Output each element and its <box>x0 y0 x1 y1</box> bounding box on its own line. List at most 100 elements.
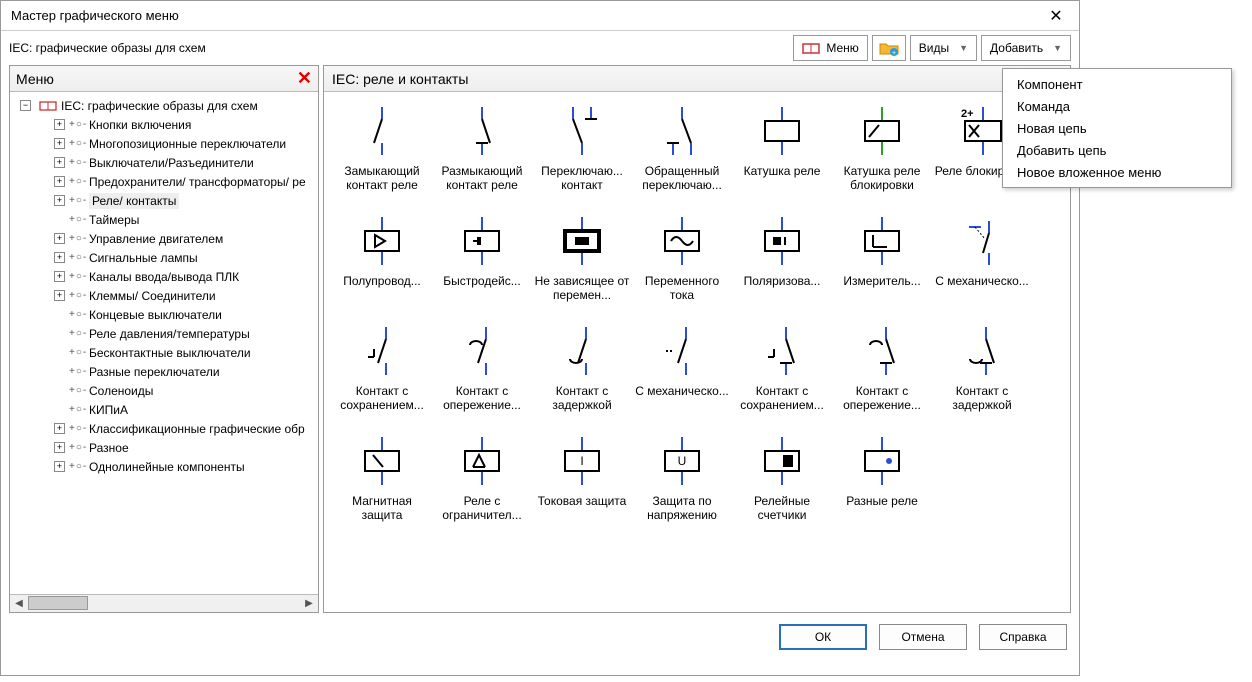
expand-icon[interactable]: + <box>54 461 65 472</box>
add-button[interactable]: Добавить ▼ <box>981 35 1071 61</box>
connector-icon: +○- <box>69 271 89 282</box>
expand-icon[interactable]: + <box>54 119 65 130</box>
scroll-left-icon[interactable]: ◀ <box>10 596 28 612</box>
symbol-item[interactable]: Измеритель... <box>832 210 932 320</box>
symbol-item[interactable]: Разные реле <box>832 430 932 540</box>
connector-icon: +○- <box>69 157 89 168</box>
add-button-label: Добавить <box>990 41 1043 55</box>
menu-button[interactable]: Меню <box>793 35 867 61</box>
expand-icon[interactable]: + <box>54 271 65 282</box>
symbol-item[interactable]: Не зависящее от перемен... <box>532 210 632 320</box>
folder-button[interactable]: + <box>872 35 906 61</box>
expand-icon[interactable]: + <box>54 176 65 187</box>
symbol-item[interactable]: Контакт с задержкой <box>932 320 1032 430</box>
expand-icon[interactable]: + <box>54 442 65 453</box>
tree-item[interactable]: +○-Таймеры <box>14 210 318 229</box>
expand-icon[interactable]: + <box>54 157 65 168</box>
symbol-item[interactable]: Контакт с опережение... <box>432 320 532 430</box>
symbol-item[interactable]: С механическо... <box>932 210 1032 320</box>
dropdown-item[interactable]: Компонент <box>1003 73 1231 95</box>
tree-item[interactable]: ++○-Управление двигателем <box>14 229 318 248</box>
tree-item[interactable]: +○-Соленоиды <box>14 381 318 400</box>
menu-tree[interactable]: −IEC: графические образы для схем++○-Кно… <box>10 92 318 594</box>
tree-item[interactable]: ++○-Однолинейные компоненты <box>14 457 318 476</box>
tree-item-label: Соленоиды <box>89 384 153 398</box>
symbol-item[interactable]: Магнитная защита <box>332 430 432 540</box>
symbol-item[interactable]: Быстродейс... <box>432 210 532 320</box>
symbol-item[interactable]: UЗащита по напряжению <box>632 430 732 540</box>
tree-item[interactable]: ++○-Реле/ контакты <box>14 191 318 210</box>
dropdown-item[interactable]: Команда <box>1003 95 1231 117</box>
symbol-item[interactable]: Контакт с задержкой <box>532 320 632 430</box>
connector-icon: +○- <box>69 195 89 206</box>
tree-item[interactable]: ++○-Кнопки включения <box>14 115 318 134</box>
tree-item[interactable]: +○-Бесконтактные выключатели <box>14 343 318 362</box>
connector-icon: +○- <box>69 119 89 130</box>
symbol-item[interactable]: Поляризова... <box>732 210 832 320</box>
symbol-label: Контакт с задержкой <box>934 384 1030 412</box>
symbol-item[interactable]: Катушка реле блокировки <box>832 100 932 210</box>
tree-item[interactable]: +○-Разные переключатели <box>14 362 318 381</box>
svg-text:+: + <box>892 50 896 56</box>
tree-item[interactable]: ++○-Сигнальные лампы <box>14 248 318 267</box>
box-meas-icon <box>842 214 922 268</box>
right-panel-title: IEC: реле и контакты <box>332 71 468 87</box>
symbol-label: Контакт с опережение... <box>434 384 530 412</box>
right-panel-header: IEC: реле и контакты <box>324 66 1070 92</box>
tree-item[interactable]: ++○-Каналы ввода/вывода ПЛК <box>14 267 318 286</box>
symbol-item[interactable]: Релейные счетчики <box>732 430 832 540</box>
tree-item-label: Классификационные графические обр <box>89 422 305 436</box>
scrollbar-thumb[interactable] <box>28 596 88 610</box>
symbol-item[interactable]: Обращенный переключаю... <box>632 100 732 210</box>
cancel-button[interactable]: Отмена <box>879 624 967 650</box>
collapse-icon[interactable]: − <box>20 100 31 111</box>
scrollbar-track[interactable] <box>28 596 300 612</box>
tree-item-label: Многопозиционные переключатели <box>89 137 286 151</box>
tree-item[interactable]: +○-Реле давления/температуры <box>14 324 318 343</box>
symbol-item[interactable]: Переключаю... контакт <box>532 100 632 210</box>
symbol-item[interactable]: Замыкающий контакт реле <box>332 100 432 210</box>
tree-item[interactable]: ++○-Клеммы/ Соединители <box>14 286 318 305</box>
symbol-item[interactable]: С механическо... <box>632 320 732 430</box>
symbol-item[interactable]: Полупровод... <box>332 210 432 320</box>
symbol-item[interactable]: Контакт с сохранением... <box>732 320 832 430</box>
expand-icon[interactable]: + <box>54 233 65 244</box>
symbol-item[interactable]: Реле с ограничител... <box>432 430 532 540</box>
horizontal-scrollbar[interactable]: ◀ ▶ <box>10 594 318 612</box>
tree-item[interactable]: ++○-Выключатели/Разъединители <box>14 153 318 172</box>
expand-icon[interactable]: + <box>54 138 65 149</box>
expand-icon[interactable]: + <box>54 290 65 301</box>
expand-icon[interactable]: + <box>54 252 65 263</box>
left-panel: Меню ✕ −IEC: графические образы для схем… <box>9 65 319 613</box>
delete-button[interactable]: ✕ <box>297 68 312 89</box>
expand-icon[interactable]: + <box>54 423 65 434</box>
tree-item[interactable]: ++○-Многопозиционные переключатели <box>14 134 318 153</box>
symbol-item[interactable]: Катушка реле <box>732 100 832 210</box>
tree-item[interactable]: ++○-Предохранители/ трансформаторы/ ре <box>14 172 318 191</box>
dropdown-item[interactable]: Новая цепь <box>1003 117 1231 139</box>
symbol-item[interactable]: IТоковая защита <box>532 430 632 540</box>
symbol-label: Поляризова... <box>734 274 830 288</box>
left-panel-header: Меню ✕ <box>10 66 318 92</box>
symbol-item[interactable]: Контакт с опережение... <box>832 320 932 430</box>
dropdown-item[interactable]: Новое вложенное меню <box>1003 161 1231 183</box>
tree-item[interactable]: ++○-Разное <box>14 438 318 457</box>
tree-item[interactable]: ++○-Классификационные графические обр <box>14 419 318 438</box>
tree-item-label: Разные переключатели <box>89 365 220 379</box>
symbol-item[interactable]: Переменного тока <box>632 210 732 320</box>
views-button[interactable]: Виды ▼ <box>910 35 977 61</box>
ok-button[interactable]: ОК <box>779 624 867 650</box>
symbol-item[interactable]: Размыкающий контакт реле <box>432 100 532 210</box>
tree-item[interactable]: +○-Концевые выключатели <box>14 305 318 324</box>
window-close-button[interactable]: ✕ <box>1033 1 1079 31</box>
tree-root[interactable]: −IEC: графические образы для схем <box>14 96 318 115</box>
dialog-footer: ОК Отмена Справка <box>1 613 1079 661</box>
connector-icon: +○- <box>69 404 89 415</box>
expand-icon[interactable]: + <box>54 195 65 206</box>
symbol-item[interactable]: Контакт с сохранением... <box>332 320 432 430</box>
tree-item[interactable]: +○-КИПиА <box>14 400 318 419</box>
dropdown-item[interactable]: Добавить цепь <box>1003 139 1231 161</box>
scroll-right-icon[interactable]: ▶ <box>300 596 318 612</box>
symbol-label: Быстродейс... <box>434 274 530 288</box>
help-button[interactable]: Справка <box>979 624 1067 650</box>
